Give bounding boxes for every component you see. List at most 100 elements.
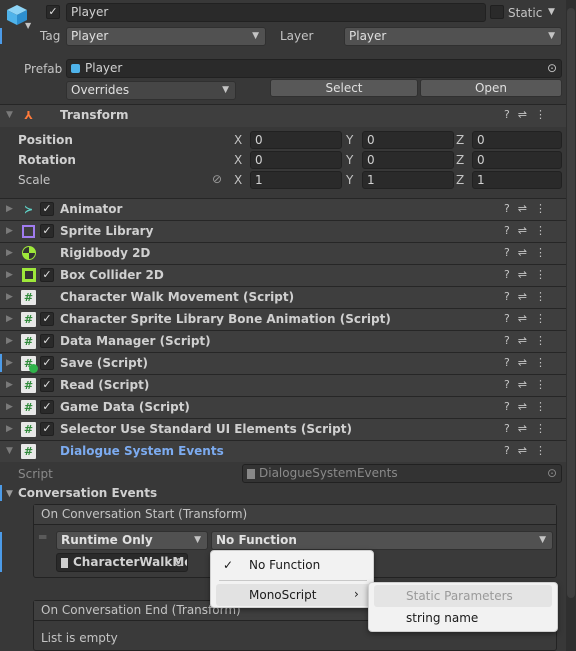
- static-checkbox[interactable]: [490, 5, 504, 19]
- component-tools[interactable]: ?⇌⋮: [504, 312, 554, 325]
- component-enabled-checkbox[interactable]: ✓: [40, 202, 54, 216]
- axis-y-label: Y: [346, 133, 354, 147]
- runtime-dropdown[interactable]: Runtime Only ▼: [56, 531, 208, 550]
- component-enabled-checkbox[interactable]: ✓: [40, 312, 54, 326]
- foldout-expanded-icon[interactable]: ▼: [6, 110, 13, 120]
- component-tools[interactable]: ?⇌⋮: [504, 400, 554, 413]
- component-tools[interactable]: ?⇌⋮: [504, 334, 554, 347]
- foldout-collapsed-icon[interactable]: ▶: [6, 204, 13, 214]
- layer-label: Layer: [280, 29, 314, 43]
- component-header[interactable]: ▶ Rigidbody 2D ?⇌⋮: [0, 242, 566, 264]
- transform-position-y-field[interactable]: 0: [362, 131, 454, 149]
- function-dropdown[interactable]: No Function ▼: [211, 531, 553, 550]
- transform-rotation-z-field[interactable]: 0: [472, 151, 562, 169]
- component-tools[interactable]: ?⇌⋮: [504, 268, 554, 281]
- component-tools[interactable]: ?⇌⋮: [504, 246, 554, 259]
- prefab-icon: [71, 64, 80, 73]
- transform-rotation-y-field[interactable]: 0: [362, 151, 454, 169]
- overrides-dropdown[interactable]: Overrides ▼: [66, 81, 236, 100]
- script-field[interactable]: DialogueSystemEvents ⊙: [242, 464, 562, 483]
- axis-x-label: X: [234, 133, 243, 147]
- tag-dropdown[interactable]: Player ▼: [66, 27, 266, 46]
- open-button[interactable]: Open: [420, 79, 562, 97]
- component-header[interactable]: ▶ # ✓ Read (Script) ?⇌⋮: [0, 374, 566, 396]
- chevron-down-icon: ▼: [252, 31, 259, 41]
- foldout-collapsed-icon[interactable]: ▶: [6, 248, 13, 258]
- component-enabled-checkbox[interactable]: ✓: [40, 268, 54, 282]
- component-header[interactable]: ▶ ≻ ✓ Animator ?⇌⋮: [0, 198, 566, 220]
- transform-position-x-field[interactable]: 0: [250, 131, 342, 149]
- foldout-expanded-icon[interactable]: ▼: [6, 446, 13, 456]
- object-picker-icon: ⊙: [546, 466, 557, 480]
- foldout-collapsed-icon[interactable]: ▶: [6, 226, 13, 236]
- foldout-expanded-icon[interactable]: ▼: [6, 489, 13, 499]
- component-header[interactable]: ▶ ✓ Sprite Library ?⇌⋮: [0, 220, 566, 242]
- layer-value: Player: [349, 29, 387, 43]
- active-checkbox[interactable]: ✓: [46, 5, 60, 19]
- transform-scale-x-field[interactable]: 1: [250, 171, 342, 189]
- component-tools[interactable]: ?⇌⋮: [504, 422, 554, 435]
- prefab-field[interactable]: Player ⊙: [66, 59, 562, 78]
- transform-rotation-x-field[interactable]: 0: [250, 151, 342, 169]
- foldout-collapsed-icon[interactable]: ▶: [6, 380, 13, 390]
- runtime-value: Runtime Only: [61, 533, 153, 547]
- icon-dropdown-arrow[interactable]: ▼: [25, 21, 31, 30]
- foldout-collapsed-icon[interactable]: ▶: [6, 424, 13, 434]
- component-enabled-checkbox[interactable]: ✓: [40, 334, 54, 348]
- transform-header[interactable]: ▼ ⅄ Transform ?⇌⋮: [0, 104, 566, 127]
- axis-z-label: Z: [456, 153, 465, 167]
- dialogue-system-events-header[interactable]: ▼ # Dialogue System Events ?⇌⋮: [0, 440, 566, 462]
- target-object-field[interactable]: CharacterWalkMov ⊙: [56, 553, 188, 572]
- component-enabled-checkbox[interactable]: ✓: [40, 378, 54, 392]
- component-tools[interactable]: ?⇌⋮: [504, 108, 554, 121]
- component-enabled-checkbox[interactable]: ✓: [40, 422, 54, 436]
- script-label: Script: [18, 467, 53, 481]
- component-header[interactable]: ▶ # ✓ Game Data (Script) ?⇌⋮: [0, 396, 566, 418]
- transform-position-z-field[interactable]: 0: [472, 131, 562, 149]
- static-dropdown-icon[interactable]: ▼: [548, 7, 555, 17]
- component-tools[interactable]: ?⇌⋮: [504, 202, 554, 215]
- component-header[interactable]: ▶ # Character Walk Movement (Script) ?⇌⋮: [0, 286, 566, 308]
- component-enabled-checkbox[interactable]: ✓: [40, 224, 54, 238]
- component-tools[interactable]: ?⇌⋮: [504, 378, 554, 391]
- component-header[interactable]: ▶ # ✓ Selector Use Standard UI Elements (…: [0, 418, 566, 440]
- select-button[interactable]: Select: [270, 79, 418, 97]
- drag-handle-icon[interactable]: ═: [39, 530, 46, 544]
- prefab-label: Prefab: [24, 62, 63, 76]
- menu-item-no-function[interactable]: ✓ No Function: [211, 553, 373, 577]
- component-enabled-checkbox[interactable]: ✓: [40, 356, 54, 370]
- prefab-value: Player: [85, 61, 123, 75]
- component-header[interactable]: ▶ # ✓ Data Manager (Script) ?⇌⋮: [0, 330, 566, 352]
- component-tools[interactable]: ?⇌⋮: [504, 224, 554, 237]
- component-tools[interactable]: ?⇌⋮: [504, 356, 554, 369]
- object-picker-icon[interactable]: ⊙: [174, 554, 184, 570]
- component-tools[interactable]: ?⇌⋮: [504, 290, 554, 303]
- submenu-header: Static Parameters: [374, 585, 552, 607]
- name-field[interactable]: Player: [66, 3, 486, 22]
- foldout-collapsed-icon[interactable]: ▶: [6, 314, 13, 324]
- component-enabled-checkbox[interactable]: ✓: [40, 400, 54, 414]
- transform-scale-z-field[interactable]: 1: [472, 171, 562, 189]
- layer-dropdown[interactable]: Player ▼: [344, 27, 562, 46]
- foldout-collapsed-icon[interactable]: ▶: [6, 402, 13, 412]
- component-title: Dialogue System Events: [60, 444, 224, 458]
- foldout-collapsed-icon[interactable]: ▶: [6, 358, 13, 368]
- component-header[interactable]: ▶ # ✓ Save (Script) ?⇌⋮: [0, 352, 566, 374]
- menu-item-monoscript[interactable]: MonoScript ›: [216, 584, 372, 606]
- target-value: CharacterWalkMov: [73, 555, 188, 569]
- script-icon: #: [21, 400, 36, 415]
- foldout-collapsed-icon[interactable]: ▶: [6, 336, 13, 346]
- selection-marker: [0, 485, 2, 501]
- transform-scale-y-field[interactable]: 1: [362, 171, 454, 189]
- constrain-proportions-icon[interactable]: ⊘: [212, 172, 222, 186]
- component-tools[interactable]: ?⇌⋮: [504, 444, 554, 457]
- object-picker-icon[interactable]: ⊙: [547, 60, 557, 76]
- scrollbar[interactable]: [566, 0, 576, 651]
- chevron-down-icon: ▼: [548, 31, 555, 41]
- component-header[interactable]: ▶ # ✓ Character Sprite Library Bone Anima…: [0, 308, 566, 330]
- scrollbar-thumb[interactable]: [567, 8, 575, 598]
- foldout-collapsed-icon[interactable]: ▶: [6, 292, 13, 302]
- submenu-item-string-name[interactable]: string name: [406, 611, 478, 625]
- component-header[interactable]: ▶ ✓ Box Collider 2D ?⇌⋮: [0, 264, 566, 286]
- foldout-collapsed-icon[interactable]: ▶: [6, 270, 13, 280]
